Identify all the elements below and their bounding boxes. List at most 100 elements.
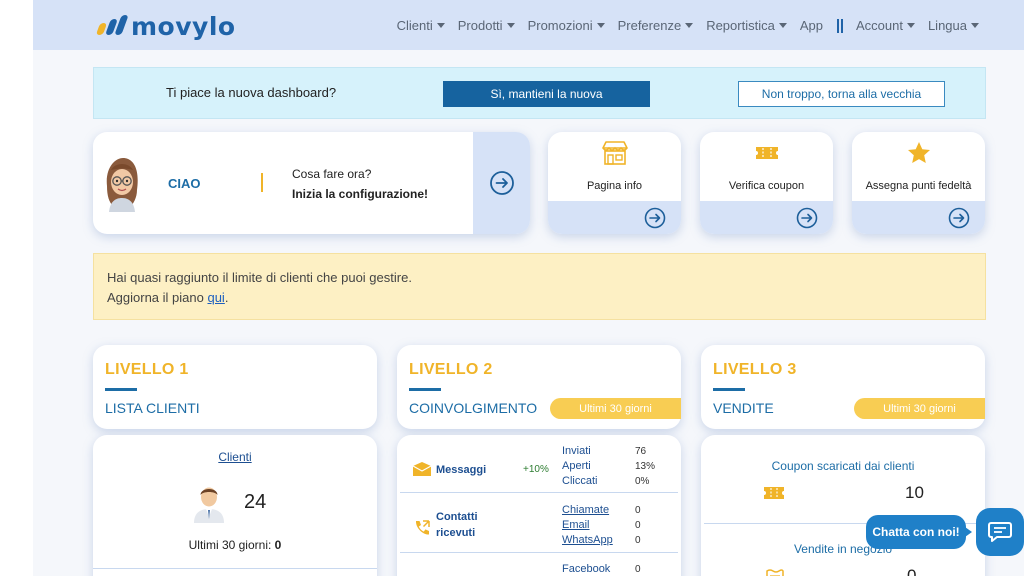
dashboard-page: movylo Clienti Prodotti Promozioni Prefe… <box>33 0 1024 576</box>
quick-card-assegna-punti[interactable]: Assegna punti fedeltà <box>852 132 985 234</box>
nav-separator <box>836 18 843 33</box>
client-person-icon <box>194 487 224 523</box>
start-setup-button[interactable] <box>473 132 530 234</box>
nav-item-preferenze[interactable]: Preferenze <box>618 18 694 33</box>
chat-prompt[interactable]: Chatta con noi! <box>866 515 972 549</box>
arrow-right-circle-icon <box>644 207 666 229</box>
store-sales-value: 0 <box>907 566 917 576</box>
level-subtitle: COINVOLGIMENTO <box>409 400 538 416</box>
quick-card-pagina-info[interactable]: Pagina info <box>548 132 681 234</box>
quick-card-verifica-coupon[interactable]: Verifica coupon <box>700 132 833 234</box>
level-2-card: LIVELLO 2 COINVOLGIMENTO Ultimi 30 giorn… <box>397 345 681 576</box>
chevron-down-icon <box>685 23 694 28</box>
level-1-header: LIVELLO 1 LISTA CLIENTI <box>93 345 377 429</box>
store-icon <box>601 141 628 165</box>
clients-link[interactable]: Clienti <box>93 450 377 464</box>
level-title: LIVELLO 2 <box>409 361 493 378</box>
warning-upgrade-text: Aggiorna il piano qui. <box>107 290 229 305</box>
level-3-header: LIVELLO 3 VENDITE Ultimi 30 giorni <box>701 345 985 429</box>
level-2-body: Messaggi +10% Inviati 76 Aperti 13% Clic… <box>397 435 681 576</box>
quick-card-label: Verifica coupon <box>728 180 805 192</box>
top-navbar: movylo Clienti Prodotti Promozioni Prefe… <box>33 0 1024 50</box>
welcome-card: CIAO Cosa fare ora? Inizia la configuraz… <box>93 132 530 234</box>
divider <box>93 568 377 569</box>
stat-clicked-label: Cliccati <box>562 475 598 487</box>
chevron-down-icon <box>596 23 605 28</box>
upgrade-plan-link[interactable]: qui <box>207 290 224 305</box>
nav-item-reportistica[interactable]: Reportistica <box>706 18 787 33</box>
quick-card-label: Assegna punti fedeltà <box>865 180 972 192</box>
nav-item-promozioni[interactable]: Promozioni <box>528 18 605 33</box>
nav-item-account[interactable]: Account <box>856 18 915 33</box>
chevron-down-icon <box>778 23 787 28</box>
level-3-body: Coupon scaricati dai clienti 10 Vendite … <box>701 435 985 576</box>
title-underline <box>713 388 745 391</box>
nav-item-clienti[interactable]: Clienti <box>397 18 445 33</box>
next-step-question: Cosa fare ora? <box>292 167 372 181</box>
envelope-icon <box>412 462 432 476</box>
new-clients-last-30-days: Ultimi 30 giorni: 0 <box>188 538 282 552</box>
period-badge: Ultimi 30 giorni <box>854 398 985 419</box>
chevron-down-icon <box>436 23 445 28</box>
email-link[interactable]: Email <box>562 519 590 531</box>
level-1-body: Clienti 24 Ultimi 30 giorni: 0 <box>93 435 377 576</box>
start-setup-text: Inizia la configurazione! <box>292 187 429 201</box>
calls-value: 0 <box>635 505 641 516</box>
title-underline <box>105 388 137 391</box>
feedback-question: Ti piace la nuova dashboard? <box>166 85 337 100</box>
facebook-value: 0 <box>635 564 641 575</box>
nav-item-prodotti[interactable]: Prodotti <box>458 18 515 33</box>
stat-opened-label: Aperti <box>562 460 591 472</box>
chat-button[interactable] <box>976 508 1024 556</box>
avatar <box>106 158 138 212</box>
nav-item-lingua[interactable]: Lingua <box>928 18 979 33</box>
arrow-right-circle-icon <box>796 207 818 229</box>
level-subtitle: LISTA CLIENTI <box>105 400 200 416</box>
keep-new-dashboard-button[interactable]: Sì, mantieni la nuova <box>443 81 650 107</box>
contacts-label-line2: ricevuti <box>436 527 476 539</box>
stat-sent-label: Inviati <box>562 445 591 457</box>
main-menu: Clienti Prodotti Promozioni Preferenze R… <box>384 18 979 33</box>
back-to-old-dashboard-button[interactable]: Non troppo, torna alla vecchia <box>738 81 945 107</box>
stat-opened-value: 13% <box>635 461 656 472</box>
clients-count: 24 <box>244 491 267 513</box>
period-badge: Ultimi 30 giorni <box>550 398 681 419</box>
title-underline <box>409 388 441 391</box>
phone-incoming-icon <box>415 520 430 535</box>
chat-icon <box>988 522 1012 542</box>
star-icon <box>907 142 930 163</box>
chevron-down-icon <box>506 23 515 28</box>
stat-sent-value: 76 <box>635 446 647 457</box>
coupons-downloaded-value: 10 <box>905 483 924 502</box>
arrow-right-circle-icon <box>489 171 514 195</box>
ticket-icon <box>764 487 784 499</box>
divider <box>400 492 678 493</box>
brand-name: movylo <box>131 11 236 41</box>
logo-mark-icon <box>95 15 129 37</box>
quick-card-label: Pagina info <box>586 180 643 192</box>
messages-label: Messaggi <box>436 464 487 476</box>
level-title: LIVELLO 3 <box>713 361 797 378</box>
chevron-down-icon <box>971 23 979 28</box>
whatsapp-value: 0 <box>635 535 641 546</box>
receipt-icon <box>766 569 784 576</box>
calls-link[interactable]: Chiamate <box>562 504 609 516</box>
email-value: 0 <box>635 520 641 531</box>
level-2-header: LIVELLO 2 COINVOLGIMENTO Ultimi 30 giorn… <box>397 345 681 429</box>
divider <box>400 552 678 553</box>
messages-delta: +10% <box>523 464 549 475</box>
ticket-icon <box>755 147 778 159</box>
brand-logo[interactable]: movylo <box>95 11 236 41</box>
nav-item-app[interactable]: App <box>800 18 823 33</box>
whatsapp-link[interactable]: WhatsApp <box>562 534 613 546</box>
chevron-down-icon <box>906 23 915 28</box>
dashboard-feedback-banner: Ti piace la nuova dashboard? Sì, mantien… <box>93 67 986 119</box>
arrow-right-circle-icon <box>948 207 970 229</box>
greeting-text: CIAO <box>168 176 201 191</box>
warning-text: Hai quasi raggiunto il limite di clienti… <box>107 270 412 285</box>
client-limit-warning: Hai quasi raggiunto il limite di clienti… <box>93 253 986 320</box>
level-1-card: LIVELLO 1 LISTA CLIENTI Clienti 24 Ultim… <box>93 345 377 576</box>
level-title: LIVELLO 1 <box>105 361 189 378</box>
stat-clicked-value: 0% <box>635 476 650 487</box>
left-margin <box>0 0 33 576</box>
